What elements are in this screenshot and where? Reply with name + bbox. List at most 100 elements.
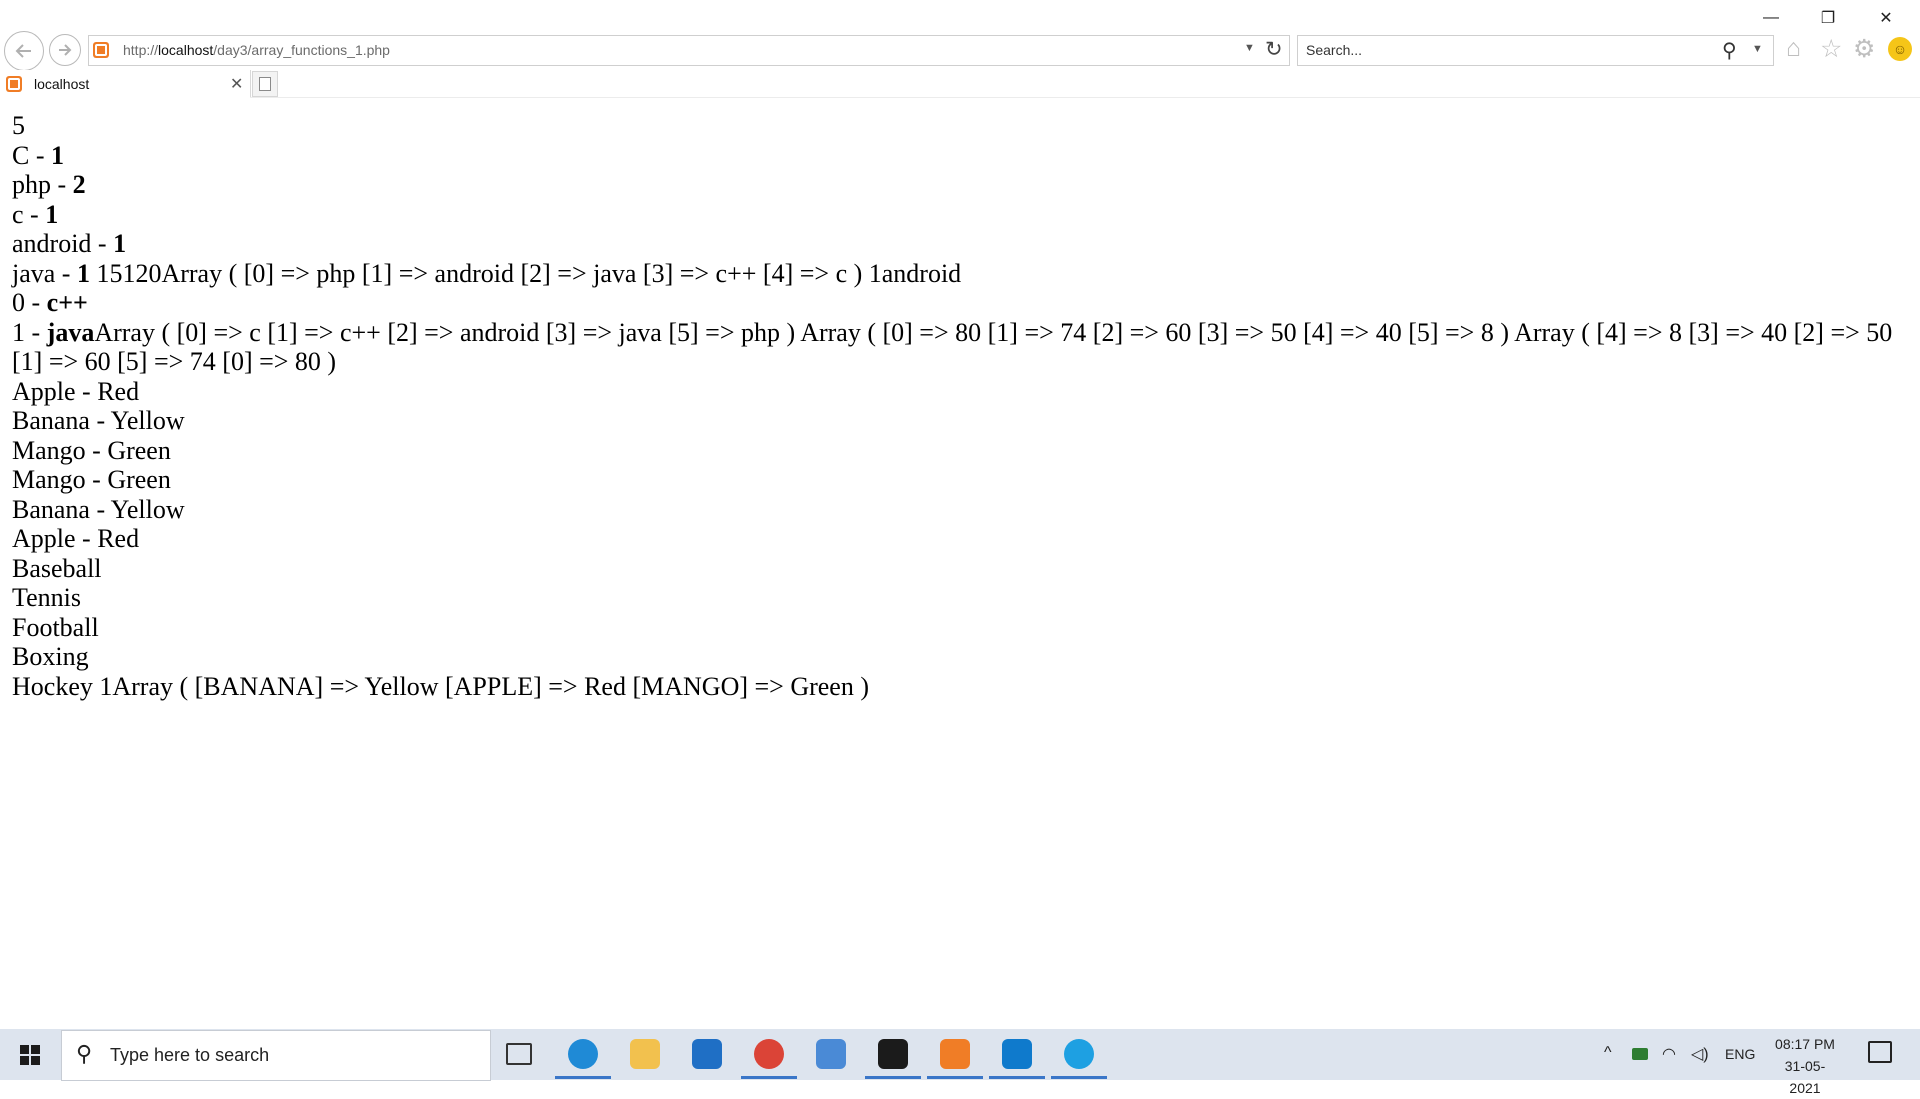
browser-chrome: — ❐ ✕ http://localhost/day3/array_functi…: [0, 0, 1920, 98]
output-text: Apple - Red: [12, 524, 140, 553]
url-host: localhost: [158, 42, 214, 58]
output-line: java - 1 15120Array ( [0] => php [1] => …: [12, 259, 1908, 289]
output-bold-text: c++: [46, 288, 88, 317]
tab-title: localhost: [34, 76, 90, 92]
url-text[interactable]: http://localhost/day3/array_functions_1.…: [123, 42, 390, 58]
close-window-button[interactable]: ✕: [1863, 6, 1909, 30]
search-box[interactable]: Search... ⚲ ▼: [1297, 35, 1774, 66]
output-text: Apple - Red: [12, 376, 140, 406]
start-button[interactable]: [0, 1029, 60, 1080]
gear-icon[interactable]: ⚙: [1853, 34, 1875, 64]
sticky-notes-icon[interactable]: [875, 1036, 911, 1072]
notification-center-icon[interactable]: [1868, 1041, 1892, 1063]
output-text: Banana - Yellow: [12, 406, 185, 435]
volume-icon[interactable]: ◁): [1691, 1044, 1709, 1064]
running-app-indicator: [741, 1076, 797, 1079]
mail-icon[interactable]: [689, 1036, 725, 1072]
favorites-star-icon[interactable]: ☆: [1820, 34, 1842, 64]
task-view-glyph: [506, 1043, 532, 1065]
xampp-icon[interactable]: [937, 1036, 973, 1072]
output-line: android - 1: [12, 229, 1908, 259]
output-text: 0 -: [12, 288, 47, 317]
tabstrip-divider: [250, 97, 1920, 98]
file-explorer-icon[interactable]: [627, 1036, 663, 1072]
clock-date: 31-05-2021: [1784, 1058, 1826, 1096]
xampp-glyph: [940, 1039, 970, 1069]
output-bold-text: 2: [72, 170, 86, 199]
address-dropdown-icon[interactable]: ▼: [1244, 42, 1255, 54]
url-path: /day3/array_functions_1.php: [213, 42, 390, 58]
output-line: Tennis: [12, 583, 1908, 613]
output-line: Apple - Red: [12, 377, 1908, 407]
forward-arrow-icon: [59, 44, 72, 56]
internet-explorer-glyph: [1064, 1039, 1094, 1069]
taskbar-search[interactable]: ⚲ Type here to search: [61, 1030, 491, 1081]
address-bar[interactable]: http://localhost/day3/array_functions_1.…: [88, 35, 1290, 66]
output-text: php -: [12, 170, 73, 199]
chrome-icon[interactable]: [751, 1036, 787, 1072]
output-line: 1 - javaArray ( [0] => c [1] => c++ [2] …: [12, 318, 1908, 377]
output-text: Boxing: [12, 642, 89, 671]
refresh-icon[interactable]: ↻: [1265, 37, 1283, 62]
output-line: Hockey 1Array ( [BANANA] => Yellow [APPL…: [12, 672, 1908, 702]
network-icon[interactable]: ◠: [1662, 1044, 1676, 1064]
forward-button[interactable]: [49, 34, 81, 66]
output-line: Boxing: [12, 642, 1908, 672]
minimize-button[interactable]: —: [1748, 6, 1794, 30]
edge-icon[interactable]: [565, 1036, 601, 1072]
mail-glyph: [692, 1039, 722, 1069]
vscode-glyph: [1002, 1039, 1032, 1069]
vscode-icon[interactable]: [999, 1036, 1035, 1072]
running-app-indicator: [927, 1076, 983, 1079]
output-line: c - 1: [12, 200, 1908, 230]
taskbar-search-input[interactable]: Type here to search: [110, 1045, 269, 1066]
battery-icon[interactable]: [1632, 1048, 1648, 1060]
app-cube-icon[interactable]: [813, 1036, 849, 1072]
url-prefix: http://: [123, 42, 159, 58]
output-line: C - 1: [12, 141, 1908, 171]
clock[interactable]: 08:17 PM 31-05-2021: [1770, 1033, 1840, 1099]
output-line: 0 - c++: [12, 288, 1908, 318]
tab-localhost[interactable]: localhost ✕: [0, 70, 251, 98]
output-text: Mango - Green: [12, 435, 171, 465]
output-text: C -: [12, 140, 51, 170]
windows-logo-icon: [20, 1044, 40, 1065]
maximize-button[interactable]: ❐: [1805, 6, 1851, 30]
output-text: java -: [12, 258, 77, 288]
back-button[interactable]: [4, 31, 44, 71]
output-text: Banana - Yellow: [12, 494, 185, 524]
output-line: Mango - Green: [12, 436, 1908, 466]
output-text: 5: [12, 111, 25, 140]
new-tab-button[interactable]: [252, 71, 278, 97]
edge-glyph: [568, 1039, 598, 1069]
home-icon[interactable]: ⌂: [1786, 34, 1801, 63]
running-app-indicator: [989, 1076, 1045, 1079]
sticky-notes-glyph: [878, 1039, 908, 1069]
output-text: Array ( [0] => c [1] => c++ [2] => andro…: [12, 317, 1893, 377]
internet-explorer-icon[interactable]: [1061, 1036, 1097, 1072]
output-text: Mango - Green: [12, 465, 171, 494]
output-bold-text: 1: [76, 258, 90, 288]
output-text: Tennis: [12, 583, 81, 612]
language-indicator[interactable]: ENG: [1725, 1046, 1755, 1062]
feedback-smiley-icon[interactable]: ☺: [1888, 37, 1912, 61]
running-app-indicator: [555, 1076, 611, 1079]
output-line: Apple - Red: [12, 524, 1908, 554]
search-icon[interactable]: ⚲: [1722, 38, 1737, 63]
output-bold-text: java: [46, 317, 95, 347]
output-line: Baseball: [12, 554, 1908, 584]
search-input[interactable]: Search...: [1306, 42, 1362, 58]
output-text: Football: [12, 612, 99, 642]
output-line: Banana - Yellow: [12, 406, 1908, 436]
running-app-indicator: [865, 1076, 921, 1079]
new-tab-icon: [259, 77, 271, 91]
output-bold-text: 1: [51, 140, 64, 170]
running-app-indicator: [1051, 1076, 1107, 1079]
search-dropdown-icon[interactable]: ▼: [1752, 43, 1763, 55]
tray-chevron-icon[interactable]: ^: [1604, 1044, 1612, 1062]
close-icon[interactable]: ✕: [230, 74, 243, 94]
output-text: 15120Array ( [0] => php [1] => android […: [89, 258, 962, 288]
output-text: Hockey 1Array ( [BANANA] => Yellow [APPL…: [12, 671, 870, 701]
task-view-icon[interactable]: [501, 1036, 537, 1072]
back-arrow-icon: [15, 44, 31, 58]
